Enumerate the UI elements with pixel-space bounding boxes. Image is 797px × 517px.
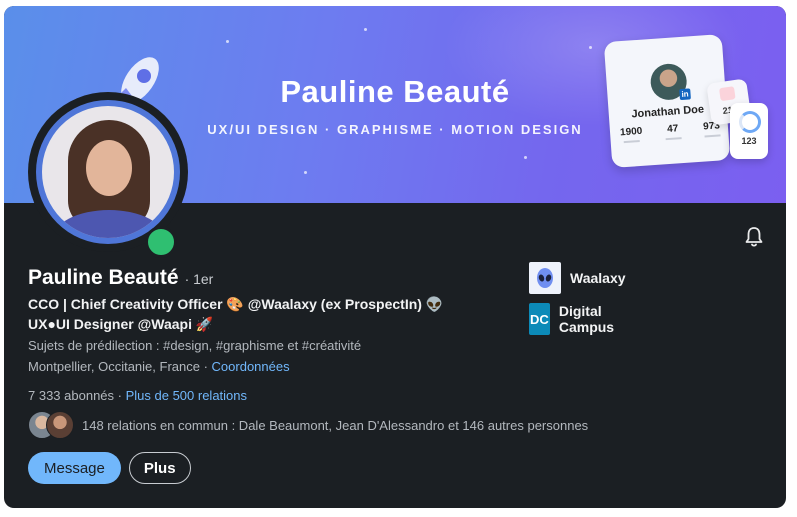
mutual-avatar xyxy=(46,411,74,439)
digital-campus-logo-icon: DC xyxy=(529,303,550,335)
mutual-connections-text[interactable]: 148 relations en commun : Dale Beaumont,… xyxy=(82,418,588,433)
contact-info-link[interactable]: Coordonnées xyxy=(212,359,290,374)
network-line: 7 333 abonnés · Plus de 500 relations xyxy=(28,388,247,403)
experience-label: Waalaxy xyxy=(570,270,626,286)
experience-label: Digital Campus xyxy=(558,303,615,335)
experience-item-waalaxy[interactable]: Waalaxy xyxy=(529,262,626,294)
mutual-connections[interactable]: 148 relations en commun : Dale Beaumont,… xyxy=(28,411,588,439)
chip-value: 123 xyxy=(741,136,757,146)
mini-stat-value: 1900 xyxy=(619,125,643,139)
topics-text: Sujets de prédilection : #design, #graph… xyxy=(28,338,362,353)
alien-logo-icon xyxy=(529,262,561,294)
bell-icon[interactable] xyxy=(742,225,766,249)
profile-card: Pauline Beauté UX/UI DESIGN · GRAPHISME … xyxy=(4,6,786,508)
headline-line-1: CCO | Chief Creativity Officer 🎨 @Waalax… xyxy=(28,296,444,312)
banner-stat-chip: 123 xyxy=(730,103,768,159)
online-status-indicator xyxy=(145,226,177,258)
location-line: Montpellier, Occitanie, France · Coordon… xyxy=(28,359,290,374)
profile-name: Pauline Beauté xyxy=(28,266,179,289)
headline-line-2: UX●UI Designer @Waapi 🚀 xyxy=(28,316,214,332)
experience-item-digital-campus[interactable]: DC Digital Campus xyxy=(529,303,625,335)
relations-link[interactable]: Plus de 500 relations xyxy=(126,388,247,403)
followers-count: 7 333 abonnés · xyxy=(28,388,122,403)
location-text: Montpellier, Occitanie, France · xyxy=(28,359,208,374)
connection-degree: · 1er xyxy=(184,271,214,287)
more-button[interactable]: Plus xyxy=(128,452,191,484)
message-button[interactable]: Message xyxy=(28,452,121,484)
mini-stat-value: 47 xyxy=(666,123,679,136)
linkedin-icon: in xyxy=(679,88,691,101)
